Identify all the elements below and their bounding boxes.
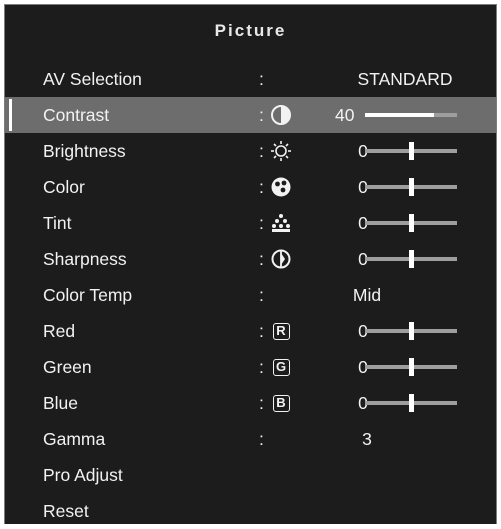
icon-letter: R bbox=[272, 322, 290, 340]
green-icon: G bbox=[268, 355, 294, 379]
separator-colon: : bbox=[259, 249, 264, 269]
blue-icon: B bbox=[268, 391, 294, 415]
separator-colon: : bbox=[259, 429, 264, 449]
separator-colon: : bbox=[259, 69, 264, 89]
menu-item-label: Color bbox=[43, 177, 85, 197]
menu-item-label: AV Selection bbox=[43, 69, 142, 89]
gamma-value: 3 bbox=[362, 429, 372, 449]
color-temp-value: Mid bbox=[352, 285, 382, 305]
sharpness-slider[interactable] bbox=[365, 250, 457, 268]
menu-item-red[interactable]: Red : R 0 bbox=[5, 313, 496, 349]
menu-item-label: Tint bbox=[43, 213, 72, 233]
contrast-value: 40 bbox=[335, 105, 355, 125]
menu-item-green[interactable]: Green : G 0 bbox=[5, 349, 496, 385]
menu-item-label: Gamma bbox=[43, 429, 106, 449]
separator-colon: : bbox=[259, 357, 264, 377]
separator-colon: : bbox=[259, 321, 264, 341]
menu-item-contrast[interactable]: Contrast : 40 bbox=[5, 97, 496, 133]
contrast-slider[interactable] bbox=[365, 113, 457, 117]
menu-item-gamma[interactable]: Gamma : 3 bbox=[5, 421, 496, 457]
separator-colon: : bbox=[259, 393, 264, 413]
tint-slider[interactable] bbox=[365, 214, 457, 232]
color-slider[interactable] bbox=[365, 178, 457, 196]
color-icon bbox=[268, 175, 294, 199]
sharpness-icon bbox=[268, 247, 294, 271]
green-slider[interactable] bbox=[365, 358, 457, 376]
menu-item-blue[interactable]: Blue : B 0 bbox=[5, 385, 496, 421]
menu-item-color-temp[interactable]: Color Temp : Mid bbox=[5, 277, 496, 313]
picture-menu-panel: Picture AV Selection : STANDARD Contrast… bbox=[4, 4, 497, 524]
menu-item-brightness[interactable]: Brightness : 0 bbox=[5, 133, 496, 169]
menu-item-label: Contrast bbox=[43, 105, 110, 125]
brightness-icon bbox=[268, 139, 294, 163]
blue-slider[interactable] bbox=[365, 394, 457, 412]
menu-item-sharpness[interactable]: Sharpness : 0 bbox=[5, 241, 496, 277]
red-icon: R bbox=[268, 319, 294, 343]
contrast-icon bbox=[268, 103, 294, 127]
menu-item-label: Green bbox=[43, 357, 92, 377]
menu-item-label: Red bbox=[43, 321, 76, 341]
menu-item-label: Color Temp bbox=[43, 285, 133, 305]
menu-item-label: Pro Adjust bbox=[43, 465, 123, 485]
menu-item-pro-adjust[interactable]: Pro Adjust bbox=[5, 457, 496, 493]
icon-letter: G bbox=[272, 358, 290, 376]
separator-colon: : bbox=[259, 213, 264, 233]
tint-icon bbox=[268, 211, 294, 235]
menu-item-tint[interactable]: Tint : 0 bbox=[5, 205, 496, 241]
icon-letter: B bbox=[272, 394, 290, 412]
picture-menu-list: AV Selection : STANDARD Contrast : 40 Br… bbox=[5, 61, 496, 529]
brightness-slider[interactable] bbox=[365, 142, 457, 160]
separator-colon: : bbox=[259, 285, 264, 305]
red-slider[interactable] bbox=[365, 322, 457, 340]
menu-item-label: Sharpness bbox=[43, 249, 127, 269]
av-selection-value: STANDARD bbox=[357, 69, 453, 89]
separator-colon: : bbox=[259, 105, 264, 125]
separator-colon: : bbox=[259, 177, 264, 197]
menu-item-label: Blue bbox=[43, 393, 79, 413]
separator-colon: : bbox=[259, 141, 264, 161]
menu-title: Picture bbox=[214, 21, 287, 40]
menu-item-label: Brightness bbox=[43, 141, 126, 161]
menu-item-av-selection[interactable]: AV Selection : STANDARD bbox=[5, 61, 496, 97]
menu-item-color[interactable]: Color : 0 bbox=[5, 169, 496, 205]
